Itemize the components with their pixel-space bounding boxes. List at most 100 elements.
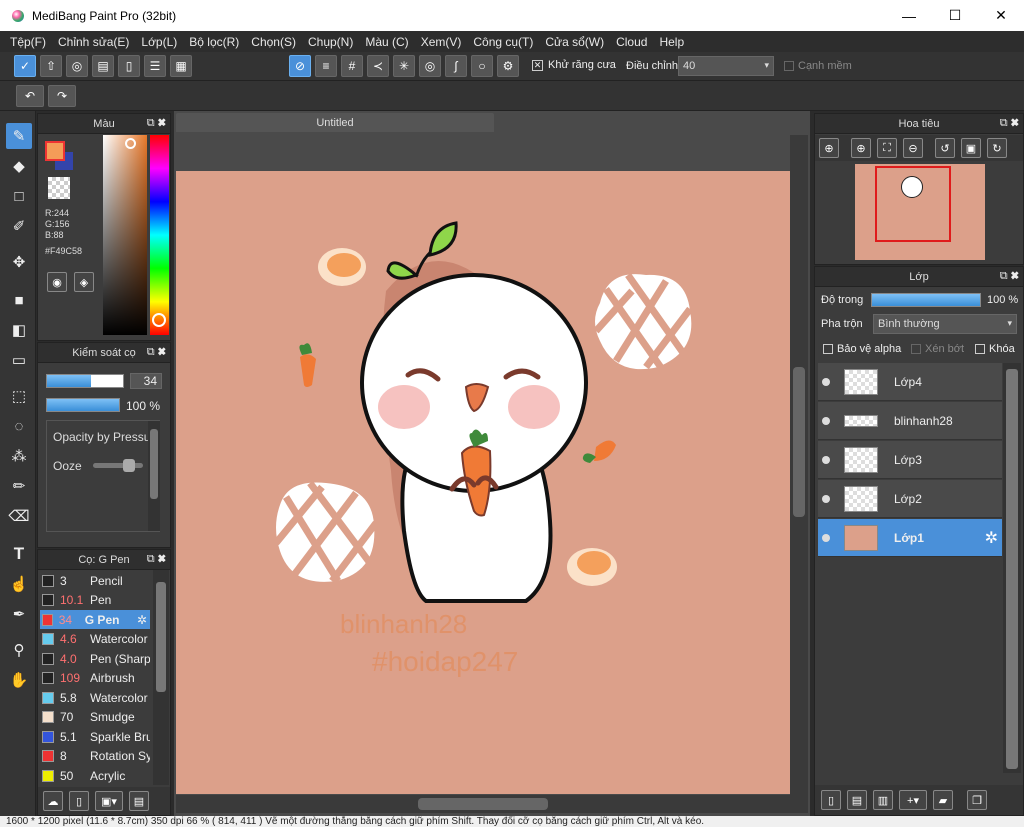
ellipse-snap-icon[interactable]: ○ [471,55,493,77]
brush-item[interactable]: 8 Rotation Sy [40,747,150,766]
eraser-tool-icon[interactable]: ◆ [6,153,32,179]
undo-icon[interactable]: ↶ [16,85,44,107]
cloud-download-icon[interactable]: ☁ [43,791,63,811]
blend-mode-select[interactable]: Bình thường ▾ [873,314,1017,334]
add-brush-icon[interactable]: ▯ [69,791,89,811]
visibility-eye-icon[interactable] [822,455,830,464]
select-eraser-tool-icon[interactable]: ⌫ [6,503,32,529]
brush-options-scrollbar[interactable] [148,421,160,531]
menu-cloud[interactable]: Cloud [610,35,653,49]
color-picker-cursor[interactable] [125,138,136,149]
layer-row[interactable]: Lớp1 ✲ [818,519,1002,557]
brush-menu-icon[interactable]: ▣▾ [95,791,123,811]
ooze-slider[interactable] [93,459,143,472]
brush-item[interactable]: 5.1 Sparkle Brush [40,727,150,746]
add-halftone-layer-icon[interactable]: ▤ [847,790,867,810]
antialias-option[interactable]: ✕ Khử răng cưa [532,59,616,71]
brush-item[interactable]: 5.8 Watercolor [40,688,150,707]
fill-rect-tool-icon[interactable]: ■ [6,287,32,313]
brush-item[interactable]: 3 Pencil [40,571,150,590]
adjust-select[interactable]: 40 ▾ [678,56,774,76]
menu-help[interactable]: Help [653,35,690,49]
minimize-button[interactable]: — [886,0,932,31]
scrollbar-thumb[interactable] [150,429,158,499]
menu-select[interactable]: Chọn(S) [245,35,302,49]
add-1bit-layer-icon[interactable]: ▥ [873,790,893,810]
menu-view[interactable]: Xem(V) [415,35,468,49]
scrollbar-thumb[interactable] [156,582,166,692]
visibility-eye-icon[interactable] [822,416,830,425]
lasso-tool-icon[interactable]: ◌ [6,413,32,439]
redo-icon[interactable]: ↷ [48,85,76,107]
radial-snap-icon[interactable]: ✳ [393,55,415,77]
menu-edit[interactable]: Chỉnh sửa(E) [52,35,135,49]
document-tab[interactable]: Untitled [176,113,494,132]
visibility-eye-icon[interactable] [822,377,830,386]
artwork-canvas[interactable]: blinhanh28 #hoidap247 [176,171,790,794]
zoom-in-icon[interactable]: ⊕ [819,138,839,158]
palette-add-icon[interactable]: ◈ [74,272,94,292]
scrollbar-thumb[interactable] [418,798,548,810]
menu-file[interactable]: Tệp(F) [4,35,52,49]
brush-settings-gear-icon[interactable]: ✲ [137,613,147,627]
gradient-tool-icon[interactable]: ▭ [6,347,32,373]
move-tool-icon[interactable]: ✥ [6,249,32,275]
scrollbar-thumb[interactable] [1006,369,1018,769]
select-rect-tool-icon[interactable]: ⬚ [6,383,32,409]
brush-item[interactable]: 50 Acrylic [40,766,150,785]
cloud-check-icon[interactable]: ✓ [14,55,36,77]
layer-row[interactable]: blinhanh28 [818,402,1002,440]
parallel-snap-icon[interactable]: ≡ [315,55,337,77]
rotate-left-icon[interactable]: ↺ [935,138,955,158]
vanishing-snap-icon[interactable]: ≺ [367,55,389,77]
layer-row[interactable]: Lớp3 [818,441,1002,479]
layer-settings-gear-icon[interactable]: ✲ [985,528,998,548]
brush-settings-icon[interactable]: ▤ [129,791,149,811]
panel-detach-close-icon[interactable]: ⧉ ✖ [147,117,166,130]
grid-icon[interactable]: ▦ [170,55,192,77]
clipping-option[interactable]: Xén bớt [911,343,964,355]
brush-opacity-slider[interactable] [46,398,120,412]
foreground-color-swatch[interactable] [45,141,65,161]
close-button[interactable]: ✕ [978,0,1024,31]
menu-filter[interactable]: Bộ lọc(R) [183,35,245,49]
rotate-right-icon[interactable]: ↻ [987,138,1007,158]
brush-item[interactable]: 109 Airbrush [40,669,150,688]
navigator-preview[interactable] [855,164,985,260]
page-list-icon[interactable]: ☰ [144,55,166,77]
brush-item[interactable]: 4.0 Pen (Sharp) [40,649,150,668]
hand-tool-icon[interactable]: ✋ [6,667,32,693]
circle-snap-icon[interactable]: ◎ [419,55,441,77]
transparent-color-swatch[interactable] [48,177,70,199]
snap-off-icon[interactable]: ⊘ [289,55,311,77]
palette-icon[interactable]: ◉ [47,272,67,292]
shape-tool-icon[interactable]: □ [6,183,32,209]
visibility-eye-icon[interactable] [822,494,830,503]
comment-icon[interactable]: ◎ [66,55,88,77]
operation-tool-icon[interactable]: ☝ [6,571,32,597]
text-tool-icon[interactable]: T [6,541,32,567]
brush-tool-icon[interactable]: ✎ [6,123,32,149]
eyedropper-tool-icon[interactable]: ⚲ [6,637,32,663]
curve-snap-icon[interactable]: ∫ [445,55,467,77]
add-layer-icon[interactable]: ▯ [821,790,841,810]
actual-size-icon[interactable]: ▣ [961,138,981,158]
soft-edge-option[interactable]: Cạnh mềm [784,60,852,72]
brush-item[interactable]: 4.6 Watercolor [40,630,150,649]
brush-size-value[interactable]: 34 [130,373,162,389]
scrollbar-thumb[interactable] [793,367,805,517]
hue-slider[interactable] [150,135,169,335]
panel-detach-close-icon[interactable]: ⧉ ✖ [1000,270,1019,283]
add-layer-menu-icon[interactable]: +▾ [899,790,927,810]
lock-option[interactable]: Khóa [975,343,1015,355]
grid-snap-icon[interactable]: # [341,55,363,77]
zoom-plus-icon[interactable]: ⊕ [851,138,871,158]
divide-tool-icon[interactable]: ✒ [6,601,32,627]
menu-color[interactable]: Màu (C) [359,35,414,49]
panel-detach-close-icon[interactable]: ⧉ ✖ [147,346,166,359]
panel-detach-close-icon[interactable]: ⧉ ✖ [147,553,166,566]
share-icon[interactable]: ⇧ [40,55,62,77]
magic-wand-tool-icon[interactable]: ⁂ [6,443,32,469]
menu-window[interactable]: Cửa sổ(W) [539,35,610,49]
menu-tools[interactable]: Công cụ(T) [467,35,539,49]
